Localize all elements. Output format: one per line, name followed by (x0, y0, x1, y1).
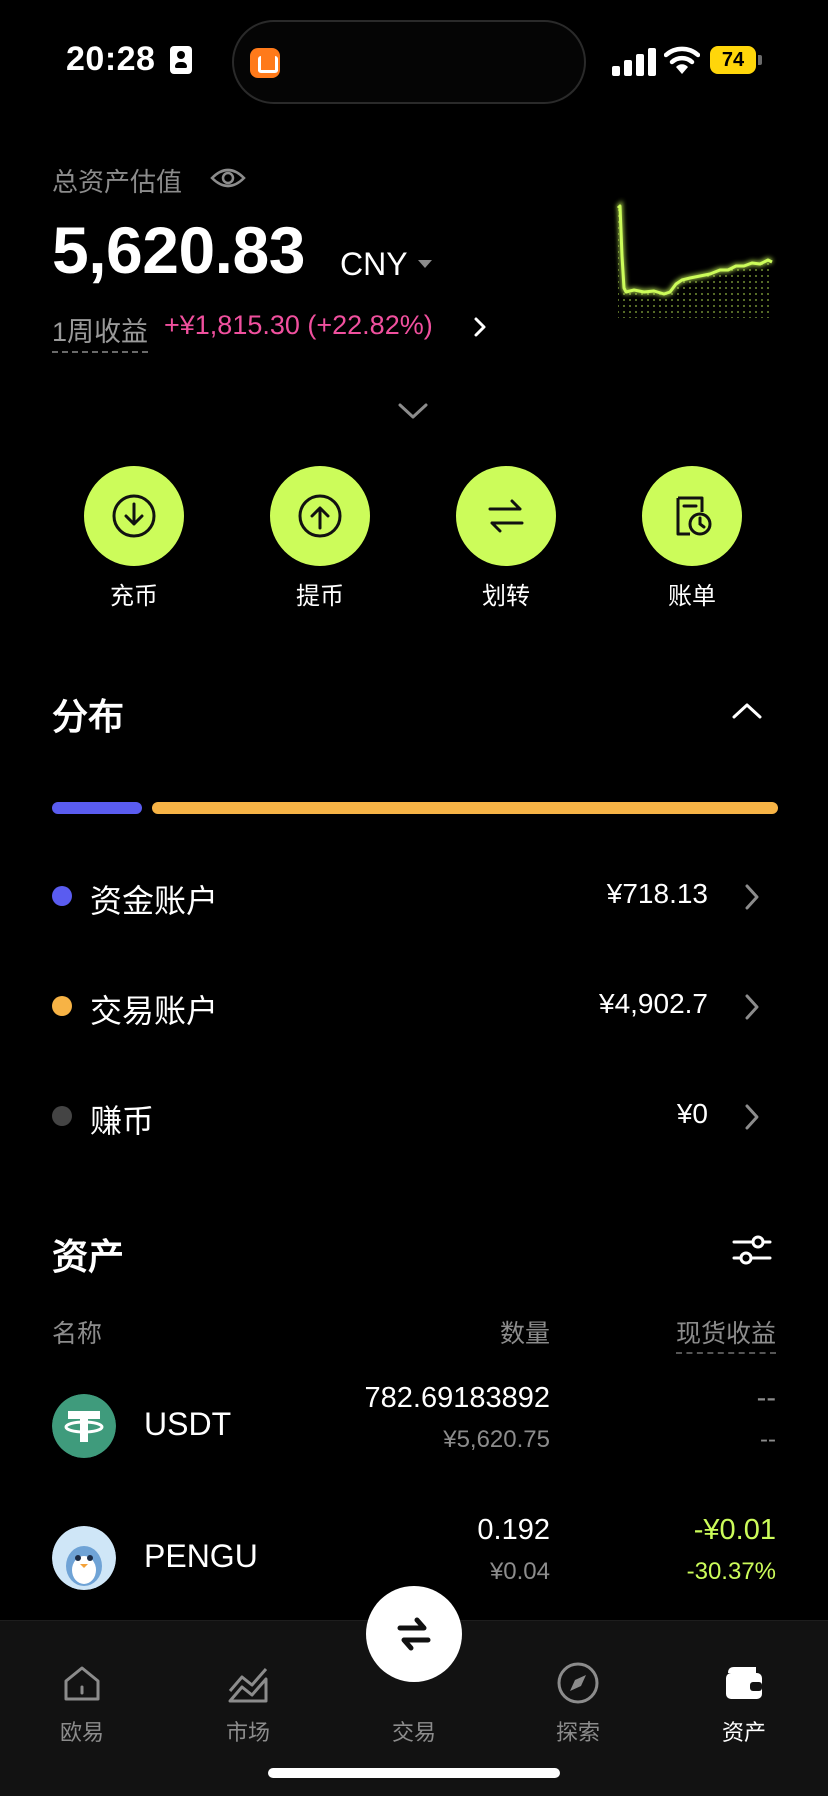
transfer-icon (488, 499, 524, 533)
transfer-button[interactable]: 划转 (436, 466, 576, 616)
tab-label: 交易 (391, 1720, 436, 1745)
distribution-bar-trading (152, 802, 778, 814)
home-indicator[interactable] (268, 1768, 560, 1778)
column-header-spot-pnl[interactable]: 现货收益 (675, 1314, 776, 1354)
legend-dot (52, 1106, 72, 1126)
wallet-icon (726, 1667, 762, 1699)
deposit-label: 充币 (110, 583, 158, 610)
asset-pnl-percent: -- (760, 1426, 776, 1453)
bill-label: 账单 (668, 583, 716, 610)
asset-quantity: 782.69183892 (364, 1382, 550, 1414)
account-row-earn[interactable]: 赚币 ¥0 (0, 1086, 828, 1146)
chevron-right-icon[interactable] (470, 316, 490, 338)
chevron-down-icon[interactable] (396, 400, 430, 422)
chevron-right-icon[interactable] (742, 882, 762, 912)
account-name: 赚币 (90, 1103, 155, 1139)
withdraw-icon (298, 494, 342, 538)
total-assets-value: 5,620.83 (52, 213, 305, 287)
usdt-logo-icon (52, 1394, 116, 1458)
tab-market[interactable]: 市场 (188, 1641, 308, 1745)
compass-icon (557, 1662, 599, 1704)
chevron-right-icon[interactable] (742, 1102, 762, 1132)
bill-button[interactable]: 账单 (622, 466, 762, 616)
asset-row-usdt[interactable]: USDT 782.69183892 ¥5,620.75 -- -- (0, 1382, 828, 1472)
status-bar: 20:28 74 (0, 0, 828, 124)
wifi-icon (664, 46, 700, 74)
tab-label: 资产 (721, 1720, 766, 1745)
withdraw-button[interactable]: 提币 (250, 466, 390, 616)
filter-sliders-icon[interactable] (730, 1230, 774, 1270)
weekly-pnl-value[interactable]: +¥1,815.30 (+22.82%) (164, 310, 433, 341)
distribution-bar-funding (52, 802, 142, 814)
asset-value-cny: ¥0.04 (489, 1558, 550, 1585)
asset-pnl-percent: -30.37% (686, 1558, 776, 1585)
caret-down-icon[interactable] (418, 260, 432, 268)
pengu-logo-icon (52, 1526, 116, 1590)
account-name: 资金账户 (90, 883, 219, 919)
contact-card-icon (170, 46, 192, 74)
status-time: 20:28 (66, 40, 156, 78)
account-row-trading[interactable]: 交易账户 ¥4,902.7 (0, 976, 828, 1036)
tab-label: 市场 (225, 1720, 270, 1745)
column-header-quantity: 数量 (499, 1320, 550, 1348)
asset-value-cny: ¥5,620.75 (443, 1426, 550, 1453)
currency-selector[interactable]: CNY (340, 246, 408, 283)
tab-label: 欧易 (59, 1720, 104, 1745)
assets-title: 资产 (52, 1236, 125, 1277)
battery-icon: 74 (710, 46, 762, 74)
deposit-icon (112, 494, 156, 538)
account-row-funding[interactable]: 资金账户 ¥718.13 (0, 866, 828, 926)
asset-symbol: PENGU (144, 1538, 258, 1574)
tab-label: 探索 (555, 1720, 600, 1745)
asset-pnl: -¥0.01 (693, 1514, 776, 1546)
didi-app-icon[interactable] (250, 48, 280, 78)
chevron-up-icon[interactable] (730, 700, 764, 722)
withdraw-label: 提币 (296, 583, 344, 610)
tab-explore[interactable]: 探索 (518, 1641, 638, 1745)
asset-symbol: USDT (144, 1406, 232, 1442)
weekly-pnl-label[interactable]: 1周收益 (52, 310, 149, 353)
total-assets-label: 总资产估值 (52, 167, 183, 197)
asset-quantity: 0.192 (477, 1514, 550, 1546)
bill-icon (676, 496, 712, 536)
tab-okx[interactable]: 欧易 (22, 1641, 142, 1745)
account-value: ¥0 (676, 1098, 708, 1129)
trade-button[interactable] (366, 1586, 462, 1682)
transfer-label: 划转 (482, 583, 530, 610)
market-icon (228, 1668, 268, 1703)
column-header-name: 名称 (52, 1320, 103, 1348)
asset-pnl: -- (756, 1382, 776, 1414)
account-value: ¥4,902.7 (599, 988, 708, 1019)
chevron-right-icon[interactable] (742, 992, 762, 1022)
cellular-signal-icon (612, 48, 656, 76)
tab-assets[interactable]: 资产 (684, 1641, 804, 1745)
home-icon (64, 1666, 100, 1701)
legend-dot (52, 886, 72, 906)
account-name: 交易账户 (90, 993, 219, 1029)
battery-level: 74 (721, 49, 745, 71)
dynamic-island[interactable] (232, 20, 586, 104)
asset-sparkline[interactable] (610, 196, 778, 318)
distribution-title: 分布 (52, 696, 125, 737)
eye-icon[interactable] (210, 164, 246, 192)
account-value: ¥718.13 (606, 878, 708, 909)
trade-swap-icon (397, 1617, 431, 1651)
legend-dot (52, 996, 72, 1016)
deposit-button[interactable]: 充币 (64, 466, 204, 616)
